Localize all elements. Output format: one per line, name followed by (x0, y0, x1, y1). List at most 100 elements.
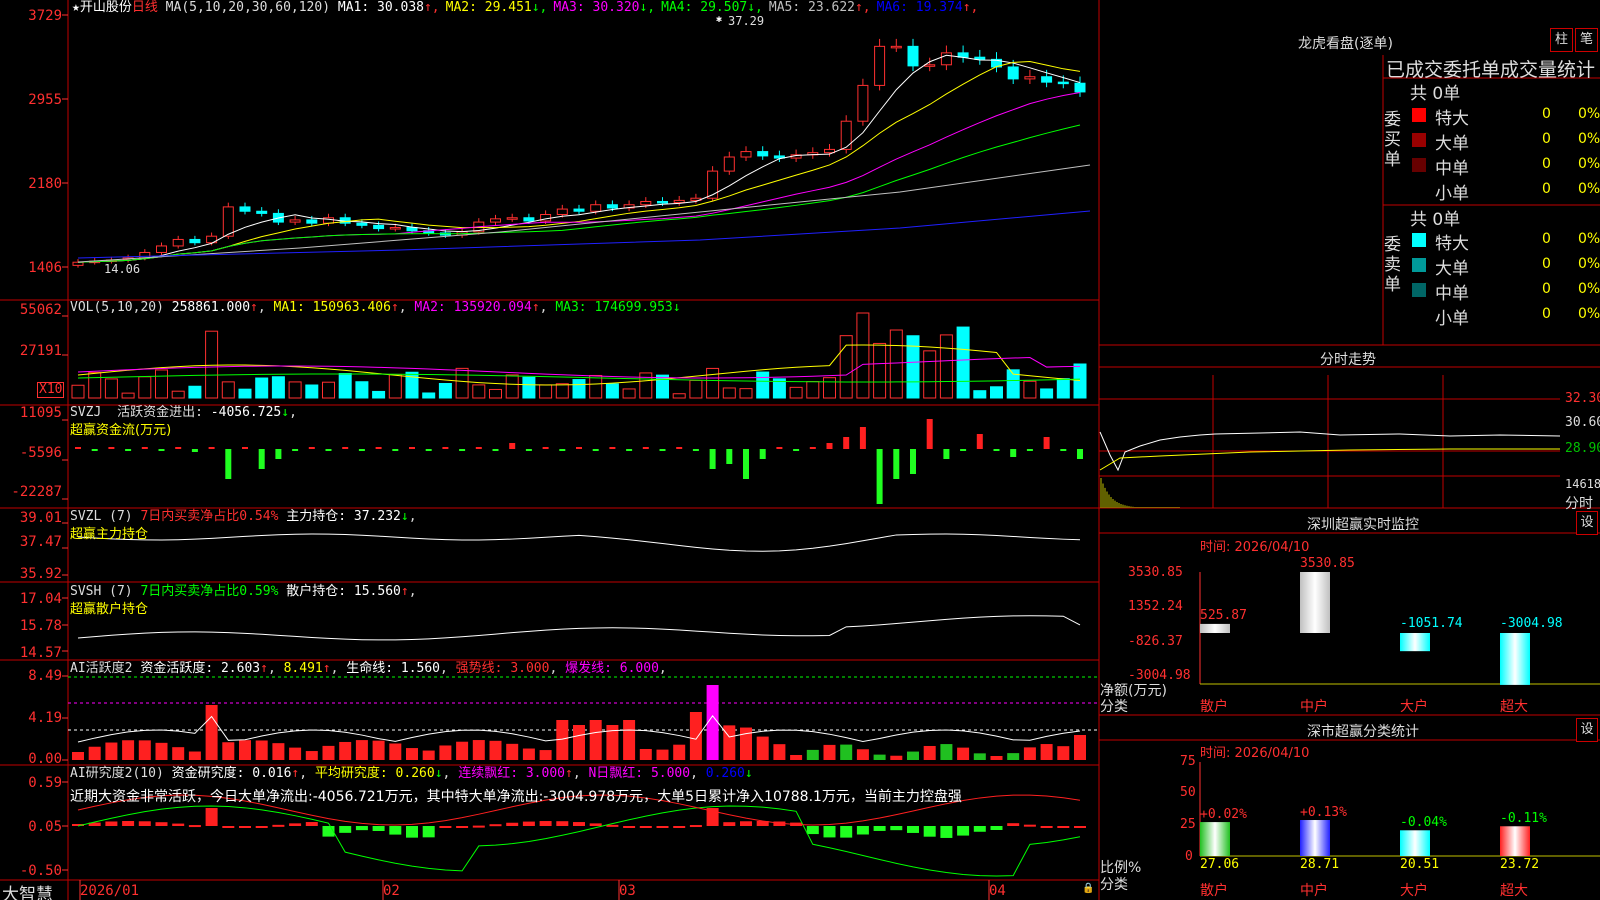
class-bar (1200, 822, 1230, 856)
volume-bar (956, 326, 970, 399)
volume-bar (1073, 363, 1087, 399)
svzj-bar (576, 447, 582, 449)
monitor-settings-button[interactable]: 设 (1576, 511, 1598, 535)
ai1-life: 1.560 (400, 661, 441, 676)
vol-unit[interactable]: X10 (37, 382, 65, 398)
candle-body (657, 200, 668, 204)
ai2-bar (740, 821, 752, 826)
ai2-title: AI研究度2(10) (70, 766, 164, 781)
svsh-desc: 7日内买卖净占比0.59% (140, 584, 279, 599)
candle-body (573, 208, 585, 212)
ai1-bar (740, 727, 752, 760)
ai1-bar (806, 749, 819, 760)
svzj-bar (943, 449, 950, 459)
volume-bar (539, 384, 553, 399)
svzl-subtitle: 超赢主力持仓 (70, 527, 149, 542)
volume-bar (372, 390, 386, 399)
volume-bar (305, 384, 319, 399)
intraday-tick: 32.30 (1565, 391, 1600, 406)
volume-bar (171, 390, 185, 399)
ai2-bar (506, 822, 519, 826)
ai1-bar (88, 746, 101, 760)
ai1-strong: 强势线: 3.000 (455, 661, 550, 676)
chart-canvas[interactable] (0, 0, 1600, 900)
stock-name[interactable]: ★开山股份 (72, 0, 132, 15)
svzj-bar (826, 443, 833, 449)
volume-bar (1040, 388, 1054, 399)
ai1-bar (272, 743, 285, 760)
vol-ma3: 174699.953 (594, 300, 673, 315)
ai2-bar (188, 825, 201, 828)
lock-icon[interactable]: 🔒 (1082, 882, 1094, 896)
vol-value: 258861.000 (171, 300, 251, 315)
svzj-bar (125, 449, 132, 451)
volume-bar (672, 393, 686, 399)
tick-mode-button[interactable]: 笔 (1575, 28, 1598, 52)
candle-body (707, 170, 719, 199)
monitor-category: 中户 (1300, 699, 1328, 715)
order-stats-tabs[interactable]: 已成交委托单成交量统计 (1386, 55, 1595, 82)
intraday-title: 分时走势 (1320, 352, 1376, 368)
ai1-title: AI活跃度2 (70, 661, 133, 676)
bar-mode-button[interactable]: 柱 (1550, 28, 1573, 52)
class-category: 中户 (1300, 883, 1328, 899)
ai2-bar (973, 826, 986, 832)
order-row-pct: 0% (1578, 231, 1600, 247)
candle-body (490, 218, 501, 223)
svzj-bar (692, 449, 699, 451)
y-tick: 2955 (28, 92, 62, 108)
monitor-bar-label: -3004.98 (1500, 616, 1563, 631)
ai1-bar (856, 749, 869, 760)
svzl-header: SVZL (7) 7日内买卖净占比0.54% 主力持仓: 37.232↓, (70, 509, 417, 524)
svzj-bar (475, 447, 482, 449)
y-tick: 11095 (19, 405, 62, 421)
svzj-bar (960, 449, 967, 451)
monitor-bar-label: 3530.85 (1300, 556, 1355, 571)
ai2-n: N日飘红: 5.000 (588, 766, 691, 781)
order-row-name: 大单 (1435, 134, 1469, 154)
class-bar-delta: -0.11% (1500, 811, 1547, 827)
svzj-bar (759, 449, 766, 459)
ai1-bar (1040, 744, 1053, 760)
volume-bar (823, 377, 836, 399)
ai1-bar (723, 725, 736, 760)
ai2-line-green (77, 805, 1081, 877)
svzj-title: SVZJ (70, 405, 102, 420)
monitor-bar-label: -1051.74 (1400, 616, 1463, 631)
ai1-bar (1023, 747, 1036, 760)
candle-body (523, 217, 535, 222)
low-price-label: 14.06 (104, 262, 141, 276)
ai1-bar (639, 748, 652, 760)
svzj-bar (776, 447, 783, 449)
ai1-bar (1007, 753, 1020, 760)
candle-body (740, 151, 752, 158)
svzj-header: SVZJ 活跃资金进出: -4056.725↓, (70, 405, 297, 420)
ai2-bar (573, 822, 585, 826)
ai2-bar (272, 824, 285, 827)
svzj-bar (275, 449, 282, 459)
class-bar-delta: +0.13% (1300, 805, 1347, 821)
svzj-bar (626, 449, 633, 451)
ai1-bar (940, 744, 953, 760)
volume-bar (88, 372, 102, 399)
ai2-bar (105, 821, 118, 826)
svzj-bar (342, 447, 349, 449)
ai2-bar (255, 826, 268, 828)
ai2-bar (522, 821, 535, 826)
candle-body (890, 45, 902, 49)
class-settings-button[interactable]: 设 (1576, 718, 1598, 742)
monitor-bar (1400, 633, 1430, 652)
order-row-count: 0 (1542, 231, 1551, 247)
ai2-bar (556, 821, 569, 826)
volume-bar (689, 379, 703, 399)
period-label[interactable]: 日线 (132, 0, 158, 15)
candle-body (673, 199, 685, 204)
candle-body (1074, 82, 1086, 93)
candle-body (356, 222, 368, 226)
order-row-name: 特大 (1435, 234, 1469, 254)
brand-logo[interactable]: 大智慧 (2, 880, 53, 900)
monitor-tick: 1352.24 (1128, 599, 1183, 614)
volume-bar (104, 378, 118, 399)
svzj-bar (592, 449, 599, 451)
ai1-bar (239, 740, 251, 760)
